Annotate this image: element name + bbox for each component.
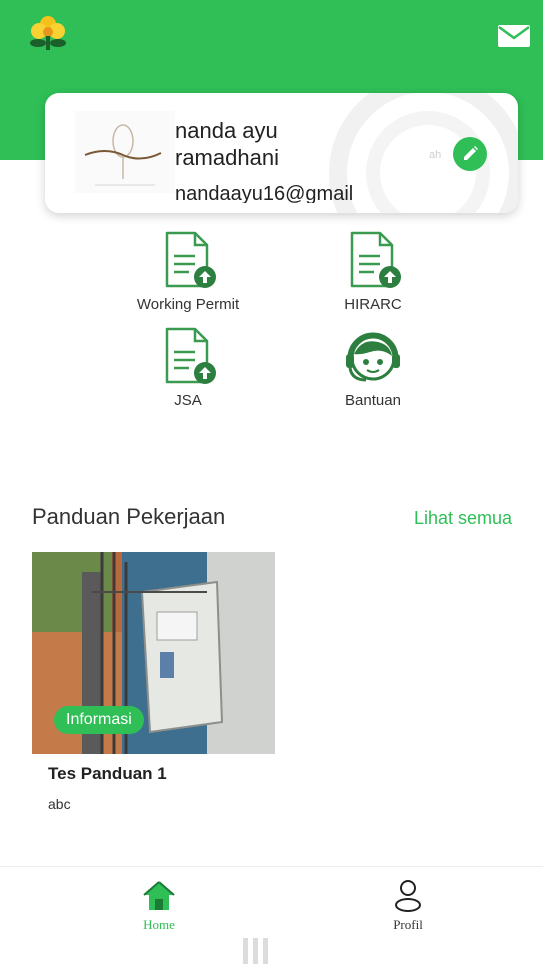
- menu-item-bantuan[interactable]: Bantuan: [298, 326, 448, 409]
- menu-label: JSA: [174, 392, 202, 409]
- see-all-link[interactable]: Lihat semua: [414, 508, 512, 529]
- home-icon: [143, 881, 175, 910]
- pencil-icon: [464, 146, 478, 160]
- nav-label-profil: Profil: [393, 917, 423, 932]
- document-upload-icon: [165, 231, 216, 288]
- section-title: Panduan Pekerjaan: [32, 504, 226, 529]
- guide-description: abc: [48, 796, 71, 812]
- menu-item-working-permit[interactable]: Working Permit: [113, 230, 263, 313]
- guide-card[interactable]: Informasi Tes Panduan 1 abc: [32, 552, 275, 812]
- edit-profile-button[interactable]: [453, 137, 487, 171]
- flower-logo-icon: [30, 16, 66, 50]
- card-extra-text: ah: [429, 149, 442, 161]
- guide-badge: Informasi: [54, 706, 144, 734]
- profile-card[interactable]: nanda ayu ramadhani nandaayu16@gmail ah: [45, 93, 518, 213]
- menu-label: Working Permit: [136, 296, 240, 313]
- user-icon: [395, 880, 421, 912]
- document-upload-icon: [165, 327, 216, 384]
- nav-item-home[interactable]: Home: [119, 879, 199, 933]
- menu-item-hirarc[interactable]: HIRARC: [298, 230, 448, 313]
- guide-title: Tes Panduan 1: [48, 764, 167, 783]
- headset-support-icon: [346, 332, 400, 382]
- user-name: nanda ayu ramadhani: [175, 118, 279, 170]
- menu-label: Bantuan: [345, 392, 401, 409]
- avatar: [75, 111, 175, 193]
- nav-label-home: Home: [143, 917, 175, 932]
- nav-item-profil[interactable]: Profil: [368, 877, 448, 933]
- mail-icon[interactable]: [497, 24, 531, 48]
- menu-item-jsa[interactable]: JSA: [113, 326, 263, 409]
- document-upload-icon: [350, 231, 401, 288]
- watermark-decoration: [243, 938, 268, 964]
- user-email: nandaayu16@gmail: [175, 183, 354, 203]
- menu-label: HIRARC: [344, 296, 402, 313]
